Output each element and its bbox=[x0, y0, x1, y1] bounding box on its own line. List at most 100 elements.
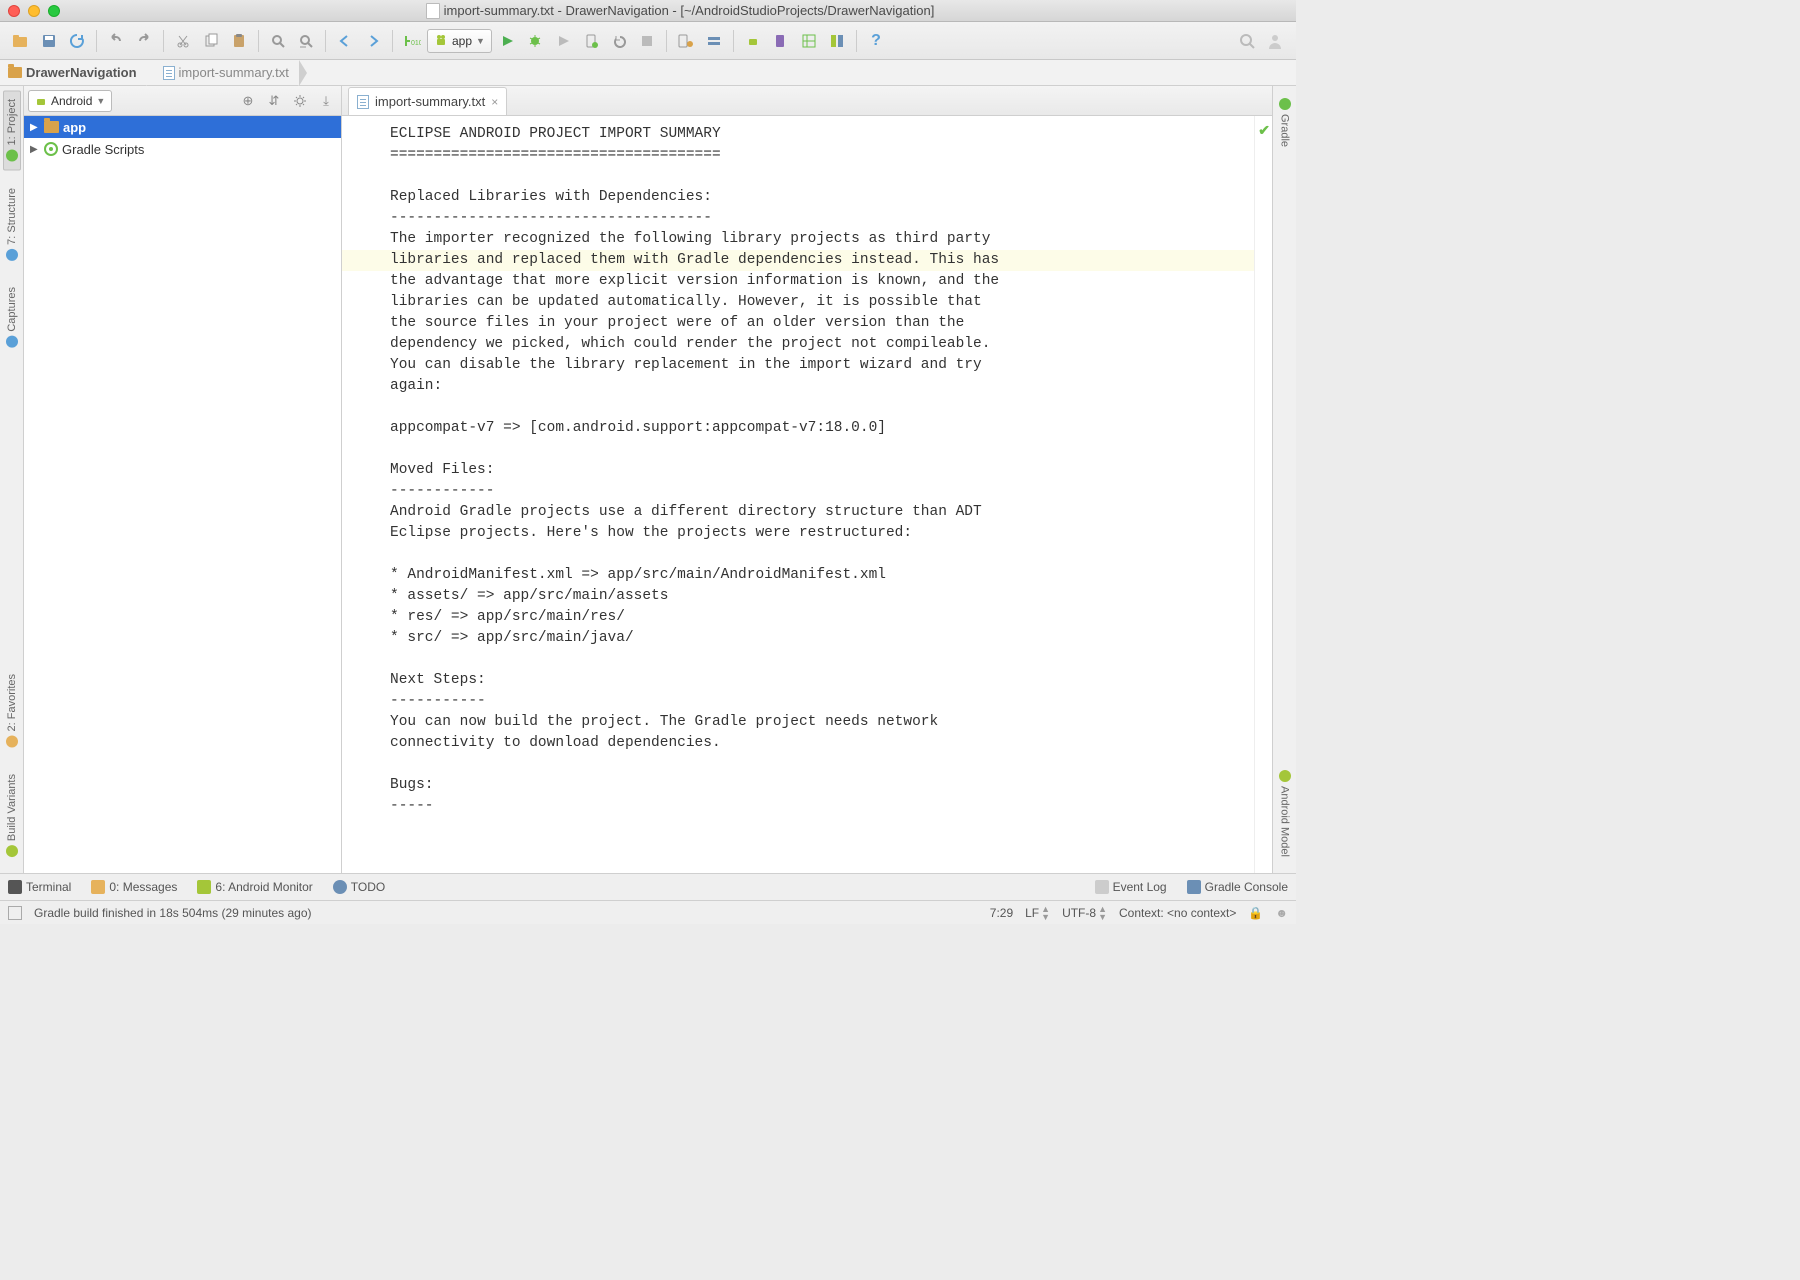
event-log-icon bbox=[1095, 880, 1109, 894]
gradle-console-icon bbox=[1187, 880, 1201, 894]
toolwindow-android-monitor-tab[interactable]: 6: Android Monitor bbox=[197, 880, 312, 894]
toolwindow-build-variants-tab[interactable]: Build Variants bbox=[4, 766, 20, 865]
toolwindow-todo-tab[interactable]: TODO bbox=[333, 880, 385, 894]
right-tool-stripe: Gradle Android Model bbox=[1272, 86, 1296, 873]
toolwindow-gradle-tab[interactable]: Gradle bbox=[1277, 90, 1293, 155]
toolwindow-captures-tab[interactable]: Captures bbox=[4, 279, 20, 356]
project-tree[interactable]: ▶ app ▶ Gradle Scripts bbox=[24, 116, 341, 873]
toolwindow-gradle-console-tab[interactable]: Gradle Console bbox=[1187, 880, 1288, 894]
toolwindow-favorites-tab[interactable]: 2: Favorites bbox=[4, 666, 20, 755]
run-with-coverage-button[interactable] bbox=[550, 28, 576, 54]
toolbar-separator bbox=[96, 30, 97, 52]
toolbar-separator bbox=[733, 30, 734, 52]
back-button[interactable] bbox=[332, 28, 358, 54]
save-all-button[interactable] bbox=[36, 28, 62, 54]
line-separator-selector[interactable]: LF▲▼ bbox=[1025, 905, 1050, 921]
analysis-ok-icon: ✔ bbox=[1258, 122, 1270, 139]
updown-icon: ▲▼ bbox=[1098, 905, 1107, 921]
toolbar-separator bbox=[163, 30, 164, 52]
toolwindow-android-model-tab[interactable]: Android Model bbox=[1277, 762, 1293, 865]
window-titlebar: import-summary.txt - DrawerNavigation - … bbox=[0, 0, 1296, 22]
android-icon bbox=[434, 34, 448, 48]
theme-editor-button[interactable] bbox=[824, 28, 850, 54]
dropdown-icon: ▼ bbox=[476, 36, 485, 46]
toolwindow-terminal-tab[interactable]: Terminal bbox=[8, 880, 71, 894]
left-tool-stripe: 1: Project 7: Structure Captures 2: Favo… bbox=[0, 86, 24, 873]
editor-tabbar: import-summary.txt × bbox=[342, 86, 1272, 116]
toolbar-separator bbox=[392, 30, 393, 52]
project-tool-window: Android ▼ ⊕ ⇵ ⤓ ▶ app ▶ Gradle Scripts bbox=[24, 86, 342, 873]
window-title: import-summary.txt - DrawerNavigation - … bbox=[72, 3, 1288, 19]
captures-icon bbox=[6, 336, 18, 348]
todo-icon bbox=[333, 880, 347, 894]
module-icon bbox=[44, 121, 59, 133]
hector-icon[interactable]: ☻ bbox=[1275, 906, 1288, 920]
hide-button[interactable]: ⤓ bbox=[315, 90, 337, 112]
expand-arrow-icon[interactable]: ▶ bbox=[30, 122, 40, 133]
android-monitor-button[interactable] bbox=[740, 28, 766, 54]
run-config-label: app bbox=[452, 34, 472, 48]
make-project-button[interactable]: 010 bbox=[399, 28, 425, 54]
toolwindow-messages-tab[interactable]: 0: Messages bbox=[91, 880, 177, 894]
project-icon bbox=[6, 149, 18, 161]
expand-arrow-icon[interactable]: ▶ bbox=[30, 144, 40, 155]
cut-button[interactable] bbox=[170, 28, 196, 54]
lock-icon[interactable]: 🔒 bbox=[1248, 906, 1263, 920]
device-monitor-button[interactable] bbox=[768, 28, 794, 54]
editor-content[interactable]: ECLIPSE ANDROID PROJECT IMPORT SUMMARY =… bbox=[342, 116, 1254, 873]
editor-area: import-summary.txt × ECLIPSE ANDROID PRO… bbox=[342, 86, 1272, 873]
breadcrumb-label: import-summary.txt bbox=[179, 65, 289, 80]
close-tab-button[interactable]: × bbox=[491, 95, 498, 109]
help-button[interactable]: ? bbox=[863, 28, 889, 54]
copy-button[interactable] bbox=[198, 28, 224, 54]
user-button[interactable] bbox=[1262, 28, 1288, 54]
minimize-window-button[interactable] bbox=[28, 5, 40, 17]
sync-button[interactable] bbox=[64, 28, 90, 54]
status-bar: Gradle build finished in 18s 504ms (29 m… bbox=[0, 900, 1296, 924]
project-view-selector[interactable]: Android ▼ bbox=[28, 90, 112, 112]
stop-button[interactable] bbox=[634, 28, 660, 54]
sdk-manager-button[interactable] bbox=[701, 28, 727, 54]
status-icon[interactable] bbox=[8, 906, 22, 920]
run-configuration-selector[interactable]: app ▼ bbox=[427, 29, 492, 53]
favorites-icon bbox=[6, 736, 18, 748]
open-button[interactable] bbox=[8, 28, 34, 54]
window-controls bbox=[8, 5, 60, 17]
find-button[interactable] bbox=[265, 28, 291, 54]
zoom-window-button[interactable] bbox=[48, 5, 60, 17]
toolwindow-structure-tab[interactable]: 7: Structure bbox=[4, 180, 20, 269]
run-button[interactable] bbox=[494, 28, 520, 54]
tree-item-app[interactable]: ▶ app bbox=[24, 116, 341, 138]
dropdown-icon: ▼ bbox=[96, 96, 105, 106]
close-window-button[interactable] bbox=[8, 5, 20, 17]
breadcrumb-item-file[interactable]: import-summary.txt bbox=[147, 60, 299, 85]
editor-tab[interactable]: import-summary.txt × bbox=[348, 87, 507, 115]
forward-button[interactable] bbox=[360, 28, 386, 54]
paste-button[interactable] bbox=[226, 28, 252, 54]
avd-manager-button[interactable] bbox=[673, 28, 699, 54]
breadcrumb-item-project[interactable]: DrawerNavigation bbox=[0, 60, 147, 85]
rerun-button[interactable] bbox=[606, 28, 632, 54]
attach-debugger-button[interactable] bbox=[578, 28, 604, 54]
structure-icon bbox=[6, 249, 18, 261]
encoding-selector[interactable]: UTF-8▲▼ bbox=[1062, 905, 1107, 921]
layout-inspector-button[interactable] bbox=[796, 28, 822, 54]
toolwindow-event-log-tab[interactable]: Event Log bbox=[1095, 880, 1167, 894]
settings-button[interactable] bbox=[289, 90, 311, 112]
cursor-position[interactable]: 7:29 bbox=[990, 906, 1013, 920]
toolwindow-project-tab[interactable]: 1: Project bbox=[3, 90, 21, 170]
undo-button[interactable] bbox=[103, 28, 129, 54]
debug-button[interactable] bbox=[522, 28, 548, 54]
main-toolbar: 010 app ▼ ? bbox=[0, 22, 1296, 60]
gradle-icon bbox=[44, 142, 58, 156]
context-selector[interactable]: Context: <no context> bbox=[1119, 906, 1236, 920]
replace-button[interactable] bbox=[293, 28, 319, 54]
svg-text:010: 010 bbox=[411, 40, 421, 47]
build-variants-icon bbox=[6, 845, 18, 857]
gradle-icon bbox=[1279, 98, 1291, 110]
search-everywhere-button[interactable] bbox=[1234, 28, 1260, 54]
scroll-to-source-button[interactable]: ⊕ bbox=[237, 90, 259, 112]
redo-button[interactable] bbox=[131, 28, 157, 54]
tree-item-gradle-scripts[interactable]: ▶ Gradle Scripts bbox=[24, 138, 341, 160]
collapse-all-button[interactable]: ⇵ bbox=[263, 90, 285, 112]
